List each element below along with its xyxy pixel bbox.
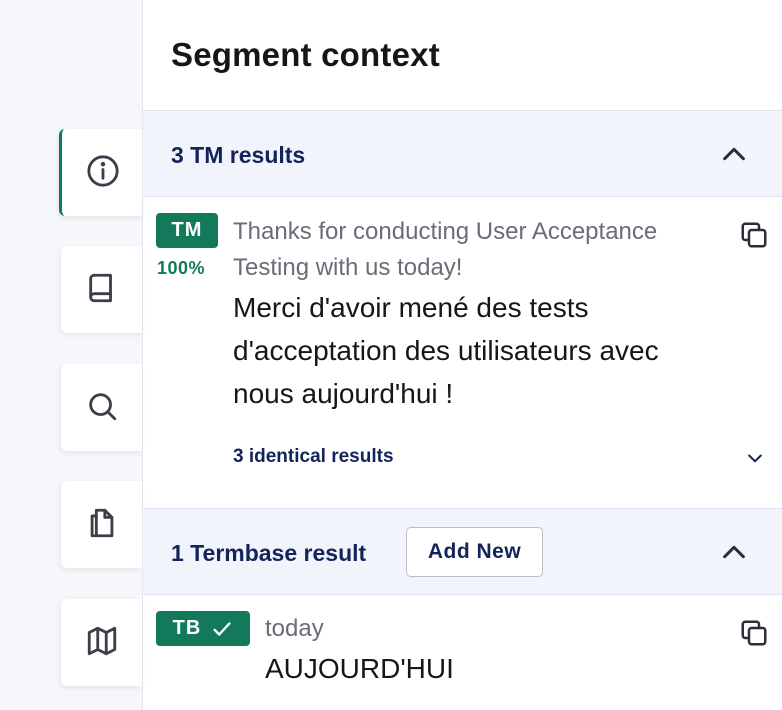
add-new-button[interactable]: Add New: [406, 527, 543, 577]
tm-target-line-3: nous aujourd'hui !: [233, 378, 454, 409]
copy-icon[interactable]: [739, 220, 769, 250]
match-percent: 100%: [157, 258, 206, 278]
chevron-down-icon[interactable]: [745, 448, 765, 468]
documents-icon: [85, 506, 119, 544]
map-icon: [85, 624, 119, 662]
copy-icon[interactable]: [739, 618, 769, 648]
sidebar-item-book[interactable]: [61, 246, 142, 333]
tm-target-line-1: Merci d'avoir mené des tests: [233, 292, 589, 323]
tb-target-term: AUJOURD'HUI: [265, 653, 454, 684]
tm-results-header[interactable]: 3 TM results: [143, 110, 782, 197]
checkmark-icon: [211, 618, 233, 640]
search-icon: [85, 389, 119, 427]
segment-context-panel: Segment context 3 TM results TM 100% Tha…: [143, 0, 782, 710]
chevron-up-icon[interactable]: [720, 538, 748, 566]
tm-source-line-2: Testing with us today!: [233, 254, 463, 281]
sidebar-item-documents[interactable]: [61, 481, 142, 568]
info-icon: [86, 154, 120, 192]
book-icon: [85, 271, 119, 309]
tm-badge: TM: [156, 213, 218, 248]
tb-badge-label: TB: [172, 617, 202, 639]
sidebar-item-info[interactable]: [59, 129, 143, 216]
tm-source-line-1: Thanks for conducting User Acceptance: [233, 218, 658, 245]
termbase-results-title: 1 Termbase result: [171, 540, 367, 566]
tm-results-title: 3 TM results: [171, 142, 306, 168]
sidebar-rail: [0, 0, 143, 710]
sidebar-item-search[interactable]: [61, 364, 142, 451]
tb-badge: TB: [156, 611, 250, 646]
tb-source-term: today: [265, 615, 324, 642]
sidebar-item-map[interactable]: [61, 599, 142, 686]
termbase-results-header[interactable]: 1 Termbase result Add New: [143, 508, 782, 595]
tm-target-line-2: d'acceptation des utilisateurs avec: [233, 335, 659, 366]
chevron-up-icon[interactable]: [720, 140, 748, 168]
panel-title: Segment context: [171, 36, 440, 73]
identical-results-link[interactable]: 3 identical results: [233, 446, 394, 468]
